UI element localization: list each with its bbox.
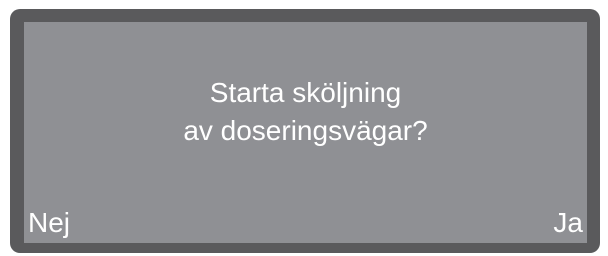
no-softkey[interactable]: Nej: [28, 207, 70, 239]
message-line-2: av doseringsvägar?: [183, 115, 428, 146]
yes-softkey[interactable]: Ja: [553, 207, 583, 239]
display-screen: Starta sköljning av doseringsvägar? Nej …: [24, 22, 587, 243]
message-line-1: Starta sköljning: [209, 77, 402, 108]
confirmation-message: Starta sköljning av doseringsvägar?: [24, 74, 587, 150]
